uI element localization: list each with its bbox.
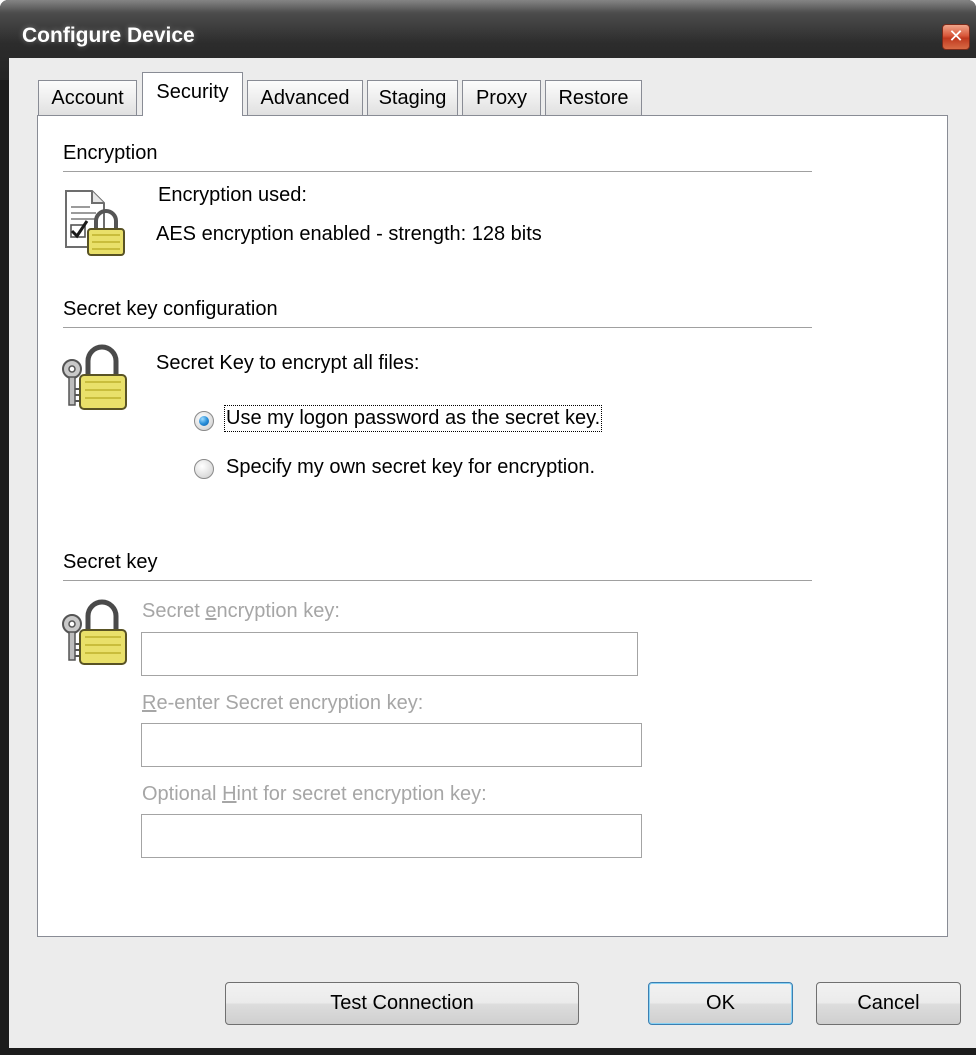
secret-key-divider xyxy=(63,580,812,581)
test-connection-button[interactable]: Test Connection xyxy=(225,982,579,1025)
hint-label: Optional Hint for secret encryption key: xyxy=(142,783,487,806)
encryption-status-text: AES encryption enabled - strength: 128 b… xyxy=(156,223,542,245)
title-bar-glare xyxy=(0,0,976,12)
secret-key-label: Secret encryption key: xyxy=(142,600,340,623)
encryption-used-label: Encryption used: xyxy=(158,184,307,206)
reenter-key-label-post: e-enter Secret encryption key: xyxy=(156,692,424,714)
tab-security[interactable]: Security xyxy=(142,72,243,116)
close-icon: ✕ xyxy=(948,26,964,46)
secret-key-config-divider xyxy=(63,327,812,328)
close-button[interactable]: ✕ xyxy=(942,24,970,50)
tab-account[interactable]: Account xyxy=(38,80,137,115)
hint-label-pre: Optional xyxy=(142,783,223,805)
reenter-key-label-accelerator: R xyxy=(142,692,157,714)
secret-key-label-post: ncryption key: xyxy=(216,600,340,622)
dialog-client-area: Account Security Advanced Staging Proxy … xyxy=(9,58,976,1048)
tab-staging[interactable]: Staging xyxy=(367,80,458,115)
dialog-window: Configure Device ✕ Account Security Adva… xyxy=(0,0,976,1055)
use-logon-password-radio[interactable] xyxy=(194,411,214,431)
secret-key-prompt: Secret Key to encrypt all files: xyxy=(156,352,420,374)
security-tab-panel: Encryption Encryption used: AES encrypti… xyxy=(37,115,948,937)
keys-lock-icon xyxy=(62,344,127,410)
encryption-section-header: Encryption xyxy=(63,142,158,164)
specify-own-key-label[interactable]: Specify my own secret key for encryption… xyxy=(226,456,595,479)
hint-input[interactable] xyxy=(141,814,642,858)
tab-restore[interactable]: Restore xyxy=(545,80,642,115)
secret-key-input[interactable] xyxy=(141,632,638,676)
use-logon-password-label[interactable]: Use my logon password as the secret key. xyxy=(223,405,603,432)
hint-label-post: int for secret encryption key: xyxy=(236,783,487,805)
secret-key-label-pre: Secret xyxy=(142,600,206,622)
tab-advanced[interactable]: Advanced xyxy=(247,80,363,115)
hint-label-accelerator: H xyxy=(222,783,237,805)
secret-key-section-header: Secret key xyxy=(63,551,158,573)
encryption-divider xyxy=(63,171,812,172)
cancel-button[interactable]: Cancel xyxy=(816,982,961,1025)
ok-button[interactable]: OK xyxy=(648,982,793,1025)
window-title: Configure Device xyxy=(22,24,195,47)
tab-proxy[interactable]: Proxy xyxy=(462,80,541,115)
document-lock-icon xyxy=(65,190,125,256)
specify-own-key-radio[interactable] xyxy=(194,459,214,479)
reenter-key-input[interactable] xyxy=(141,723,642,767)
secret-key-config-header: Secret key configuration xyxy=(63,298,278,320)
secret-key-label-accelerator: e xyxy=(205,600,217,622)
keys-lock-icon xyxy=(62,599,127,665)
reenter-key-label: Re-enter Secret encryption key: xyxy=(142,692,423,715)
